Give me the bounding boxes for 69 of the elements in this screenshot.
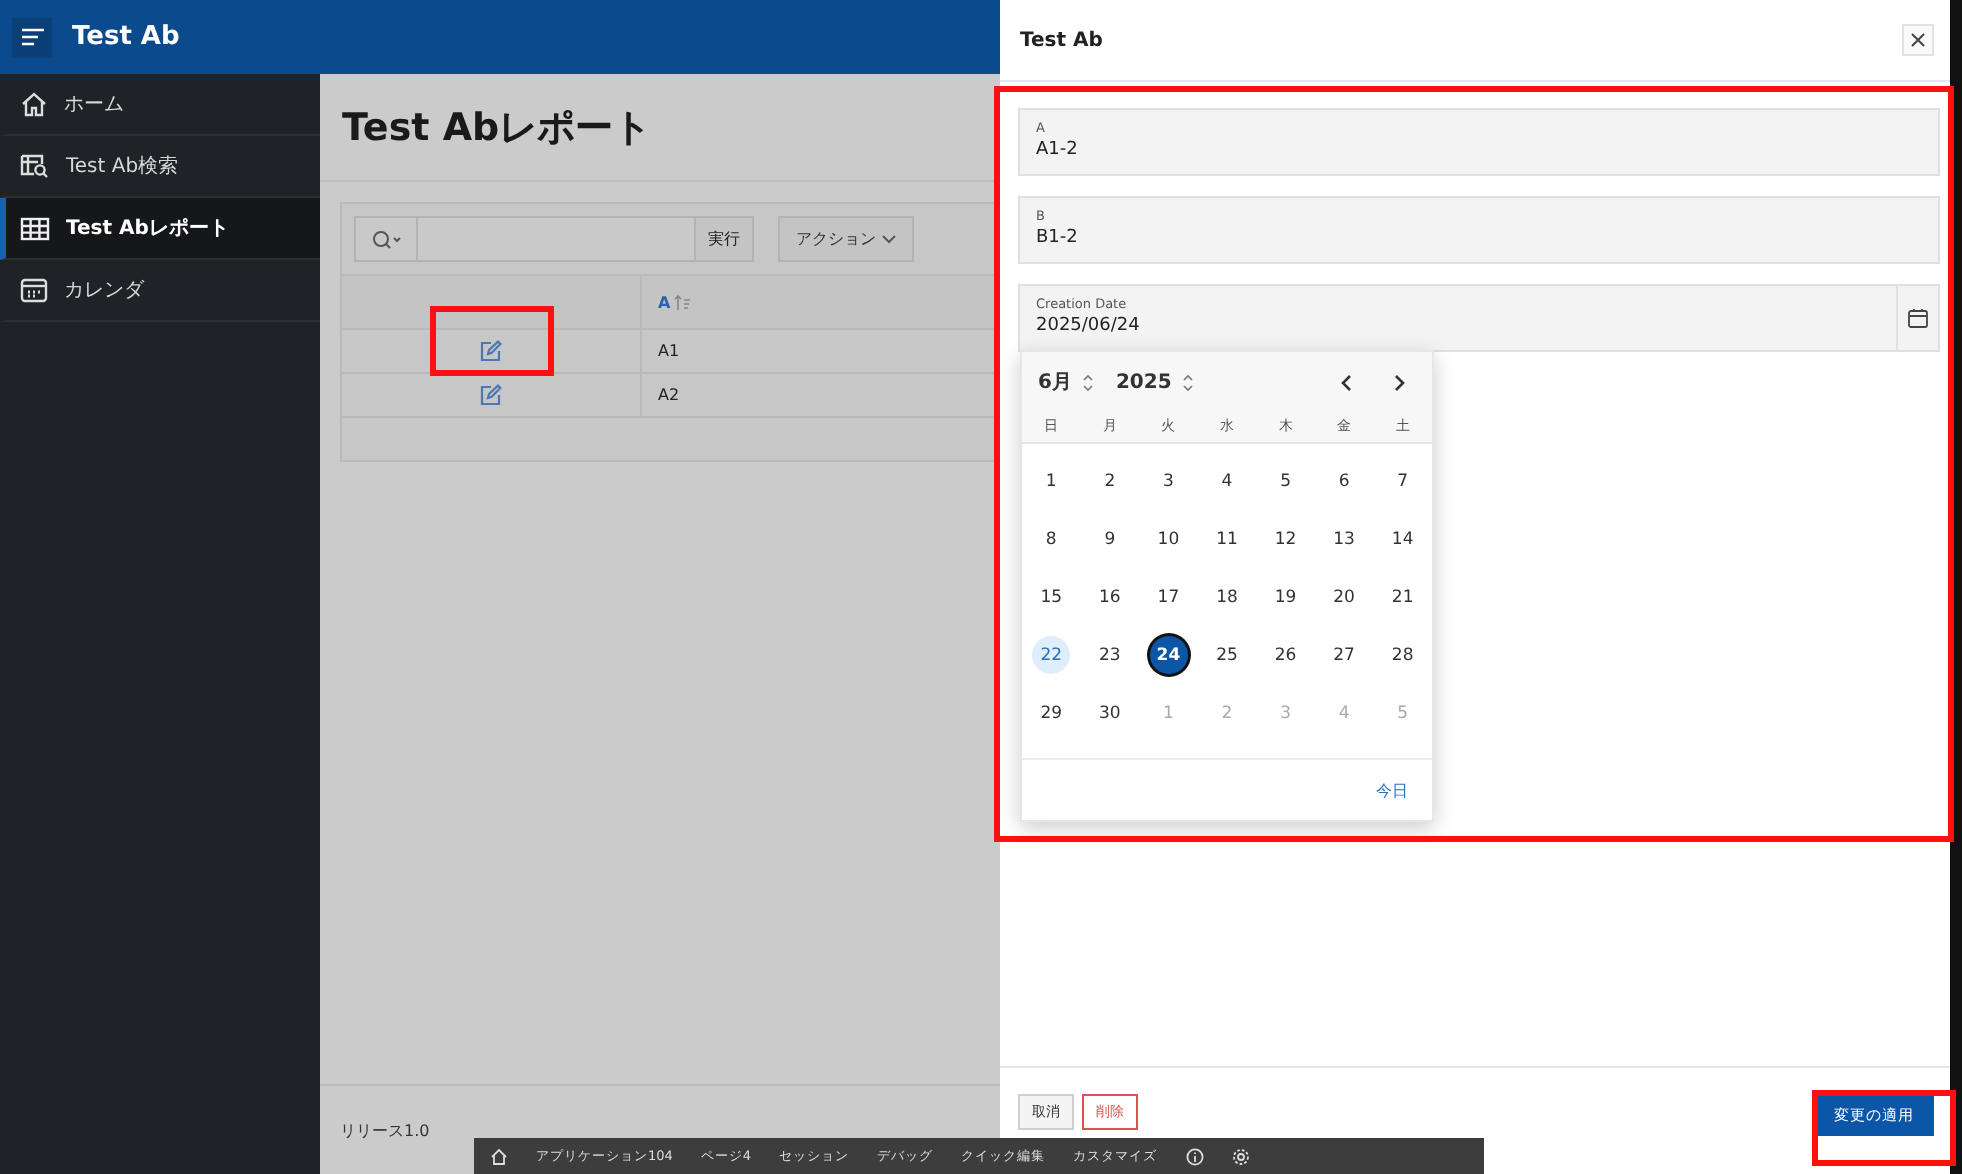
table-icon — [20, 215, 50, 241]
calendar-icon — [20, 276, 48, 304]
calendar-day[interactable]: 29 — [1032, 694, 1071, 732]
today-button[interactable]: 今日 — [1376, 779, 1408, 801]
menu-button[interactable] — [12, 17, 52, 57]
app-title: Test Ab — [72, 22, 180, 52]
calendar-day[interactable]: 20 — [1325, 578, 1364, 616]
calendar-day[interactable]: 14 — [1383, 520, 1422, 558]
calendar-day[interactable]: 6 — [1325, 462, 1364, 500]
sidebar-item-label: Test Abレポート — [66, 216, 229, 242]
up-down-icon — [1081, 373, 1094, 391]
info-icon[interactable] — [1185, 1147, 1204, 1165]
gear-icon[interactable] — [1231, 1147, 1250, 1165]
calendar-day[interactable]: 27 — [1325, 636, 1364, 674]
chevron-down-icon — [882, 234, 896, 244]
calendar-day[interactable]: 19 — [1266, 578, 1305, 616]
field-value: A1-2 — [1036, 140, 1080, 160]
calendar-day[interactable]: 13 — [1325, 520, 1364, 558]
calendar-day[interactable]: 25 — [1207, 636, 1246, 674]
calendar-day[interactable]: 3 — [1149, 462, 1188, 500]
calendar-day[interactable]: 11 — [1207, 520, 1246, 558]
report-search-icon — [20, 152, 50, 180]
search-field[interactable]: 実行 — [354, 216, 754, 262]
sidebar-item-label: カレンダ — [64, 278, 144, 304]
field-value: 2025/06/24 — [1036, 316, 1142, 336]
calendar-day[interactable]: 10 — [1149, 520, 1188, 558]
calendar-day[interactable]: 2 — [1090, 462, 1129, 500]
edit-icon[interactable] — [480, 384, 502, 406]
field-value: B1-2 — [1036, 228, 1080, 248]
calendar-day[interactable]: 15 — [1032, 578, 1071, 616]
calendar-day[interactable]: 18 — [1207, 578, 1246, 616]
calendar-day[interactable]: 4 — [1207, 462, 1246, 500]
month-select[interactable]: 6月 — [1038, 368, 1072, 396]
sidebar-item-label: Test Ab検索 — [66, 153, 179, 180]
calendar-day[interactable]: 12 — [1266, 520, 1305, 558]
calendar-day[interactable]: 26 — [1266, 636, 1305, 674]
calendar-day[interactable]: 17 — [1149, 578, 1188, 616]
calendar-day[interactable]: 22 — [1032, 636, 1071, 674]
calendar-day[interactable]: 21 — [1383, 578, 1422, 616]
calendar-day[interactable]: 9 — [1090, 520, 1129, 558]
calendar-day[interactable]: 30 — [1090, 694, 1129, 732]
calendar-day[interactable]: 28 — [1383, 636, 1422, 674]
calendar-day[interactable]: 8 — [1032, 520, 1071, 558]
calendar-day[interactable]: 1 — [1032, 462, 1071, 500]
highlight-frame — [1812, 1090, 1956, 1166]
dialog-title: Test Ab — [1020, 29, 1103, 51]
edit-icon[interactable] — [480, 340, 502, 362]
sidebar-item-label: ホーム — [64, 92, 124, 118]
calendar-day[interactable]: 5 — [1266, 462, 1305, 500]
menu-icon — [21, 28, 43, 46]
sidebar-item[interactable]: Test Abレポート — [0, 198, 320, 260]
search-icon — [371, 229, 401, 249]
close-button[interactable] — [1902, 24, 1934, 56]
chevron-right-icon — [1394, 373, 1406, 391]
home-icon[interactable] — [490, 1147, 508, 1165]
calendar-day[interactable]: 23 — [1090, 636, 1129, 674]
calendar-icon — [1908, 308, 1928, 328]
calendar-day[interactable]: 7 — [1383, 462, 1422, 500]
table-cell-text: A1 — [656, 340, 682, 364]
table-cell-text: A2 — [656, 384, 682, 408]
chevron-left-icon — [1340, 373, 1352, 391]
year-select[interactable]: 2025 — [1115, 371, 1172, 393]
calendar-day[interactable]: 24 — [1149, 636, 1188, 674]
actions-button[interactable]: アクション — [778, 216, 914, 262]
home-icon — [20, 90, 48, 118]
calendar-day[interactable]: 16 — [1090, 578, 1129, 616]
close-icon — [1910, 32, 1926, 48]
release-label: リリース1.0 — [340, 1119, 430, 1141]
up-down-icon — [1181, 373, 1194, 391]
